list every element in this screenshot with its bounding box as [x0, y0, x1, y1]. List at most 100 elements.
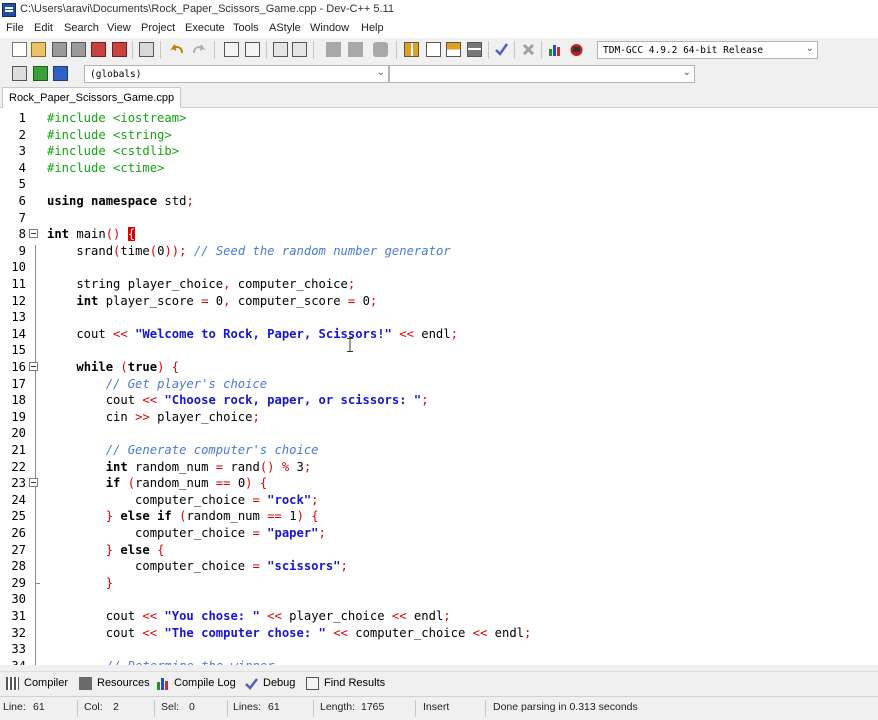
code-line: 7 [18, 210, 26, 225]
title-bar: C:\Users\aravi\Documents\Rock_Paper_Scis… [0, 0, 878, 20]
window-title: C:\Users\aravi\Documents\Rock_Paper_Scis… [20, 3, 394, 15]
debug-icon[interactable] [569, 42, 584, 57]
redo-icon[interactable] [191, 42, 206, 57]
tab-rock-paper-scissors[interactable]: Rock_Paper_Scissors_Game.cpp [2, 87, 182, 108]
compile-run-icon[interactable] [446, 42, 461, 57]
compiler-icon [6, 676, 19, 690]
status-lines-label: Lines: [233, 701, 262, 713]
code-line: 9 srand(time(0)); // Seed the random num… [18, 243, 451, 258]
tab-compiler[interactable]: Compiler [6, 674, 68, 692]
menu-execute[interactable]: Execute [185, 22, 225, 34]
compile-icon[interactable] [404, 42, 419, 57]
code-line: 1 #include <iostream> [18, 111, 187, 125]
scope-select[interactable]: (globals) ⌄ [84, 65, 389, 83]
fold-end-marker [35, 582, 40, 584]
fold-toggle-icon[interactable] [29, 478, 38, 488]
code-line: 31 cout << "You chose: " << player_choic… [11, 609, 451, 623]
status-message: Done parsing in 0.313 seconds [493, 701, 638, 713]
open-file-icon[interactable] [31, 42, 46, 57]
code-line: 3 #include <cstdlib> [18, 144, 180, 159]
tab-find-results[interactable]: Find Results [306, 674, 385, 692]
code-line: 32 cout << "The computer chose: " << com… [11, 625, 532, 640]
rebuild-icon[interactable] [467, 42, 482, 57]
code-line: 15 [11, 343, 26, 358]
chevron-down-icon: ⌄ [376, 67, 385, 78]
code-line: 28 computer_choice = "scissors"; [11, 559, 348, 574]
unindent-icon[interactable] [292, 42, 307, 57]
code-editor[interactable]: 1 #include <iostream> 2 #include <string> … [0, 108, 878, 665]
status-sel-value: 0 [189, 701, 195, 713]
code-line: 12 int player_score = 0, computer_score … [11, 293, 378, 308]
resources-icon [79, 676, 92, 690]
find-results-icon [306, 676, 319, 690]
code-line: 8 int main() { [18, 227, 136, 242]
status-sel-label: Sel: [161, 701, 180, 713]
code-line: 26 computer_choice = "paper"; [11, 526, 326, 540]
back-icon[interactable] [326, 42, 341, 57]
undo-icon[interactable] [170, 42, 185, 57]
code-line: 29 } [11, 575, 114, 590]
status-line-label: Line: [3, 701, 26, 713]
insert-icon[interactable] [33, 66, 48, 81]
compiler-select[interactable]: TDM-GCC 4.9.2 64-bit Release ⌄ [597, 41, 818, 59]
chevron-down-icon: ⌄ [805, 43, 814, 54]
class-toolbar: (globals) ⌄ ⌄ [0, 62, 878, 86]
status-length-value: 1765 [361, 701, 385, 713]
status-lines-value: 61 [268, 701, 280, 713]
menu-edit[interactable]: Edit [34, 22, 53, 34]
menu-view[interactable]: View [107, 22, 131, 34]
menu-astyle[interactable]: AStyle [269, 22, 301, 34]
menu-bar: File Edit Search View Project Execute To… [0, 20, 878, 38]
main-toolbar: TDM-GCC 4.9.2 64-bit Release ⌄ [0, 38, 878, 62]
code-line: 30 [11, 592, 26, 607]
menu-help[interactable]: Help [361, 22, 384, 34]
status-bar: Line: 61 Col: 2 Sel: 0 Lines: 61 Length:… [0, 696, 878, 720]
text-cursor-icon [347, 338, 353, 352]
code-line: 21 // Generate computer's choice [11, 443, 319, 457]
run-icon[interactable] [426, 42, 441, 57]
code-line: 20 [11, 426, 26, 441]
chevron-down-icon: ⌄ [682, 67, 691, 78]
member-select[interactable]: ⌄ [389, 65, 695, 83]
code-line: 24 computer_choice = "rock"; [11, 492, 319, 507]
tab-compile-log[interactable]: Compile Log [156, 674, 236, 692]
code-line: 4 #include <ctime> [18, 160, 165, 175]
menu-tools[interactable]: Tools [233, 22, 259, 34]
menu-project[interactable]: Project [141, 22, 175, 34]
code-line: 22 int random_num = rand() % 3; [11, 459, 312, 474]
chart-icon[interactable] [548, 42, 563, 57]
print-icon[interactable] [139, 42, 154, 57]
code-line: 25 } else if (random_num == 1) { [11, 509, 319, 524]
messages-tabbar: Compiler Resources Compile Log Debug Fin… [0, 671, 878, 693]
close-icon[interactable] [91, 42, 106, 57]
tab-debug[interactable]: Debug [245, 674, 295, 692]
replace-icon[interactable] [245, 42, 260, 57]
toggle-bookmark-icon[interactable] [373, 42, 388, 57]
new-file-icon[interactable] [12, 42, 27, 57]
code-line: 10 [11, 260, 26, 275]
code-line: 11 string player_choice, computer_choice… [11, 277, 356, 291]
save-all-icon[interactable] [71, 42, 86, 57]
menu-file[interactable]: File [6, 22, 24, 34]
forward-icon[interactable] [348, 42, 363, 57]
code-line: 13 [11, 310, 26, 325]
bookmark-icon[interactable] [53, 66, 68, 81]
new-project-icon[interactable] [12, 66, 27, 81]
debug-check-icon [245, 677, 258, 690]
fold-toggle-icon[interactable] [29, 362, 38, 371]
code-line: 14 cout << "Welcome to Rock, Paper, Scis… [11, 326, 458, 341]
menu-window[interactable]: Window [310, 22, 349, 34]
save-icon[interactable] [52, 42, 67, 57]
stop-icon[interactable] [521, 42, 536, 57]
check-icon[interactable] [494, 42, 509, 57]
menu-search[interactable]: Search [64, 22, 99, 34]
status-line-value: 61 [33, 701, 45, 713]
find-icon[interactable] [224, 42, 239, 57]
status-insert-mode: Insert [423, 701, 450, 713]
tab-resources[interactable]: Resources [79, 674, 150, 692]
code-line: 6 using namespace std; [18, 194, 194, 208]
indent-icon[interactable] [273, 42, 288, 57]
close-all-icon[interactable] [112, 42, 127, 57]
fold-toggle-icon[interactable] [29, 229, 38, 239]
code-line: 5 [18, 177, 26, 192]
